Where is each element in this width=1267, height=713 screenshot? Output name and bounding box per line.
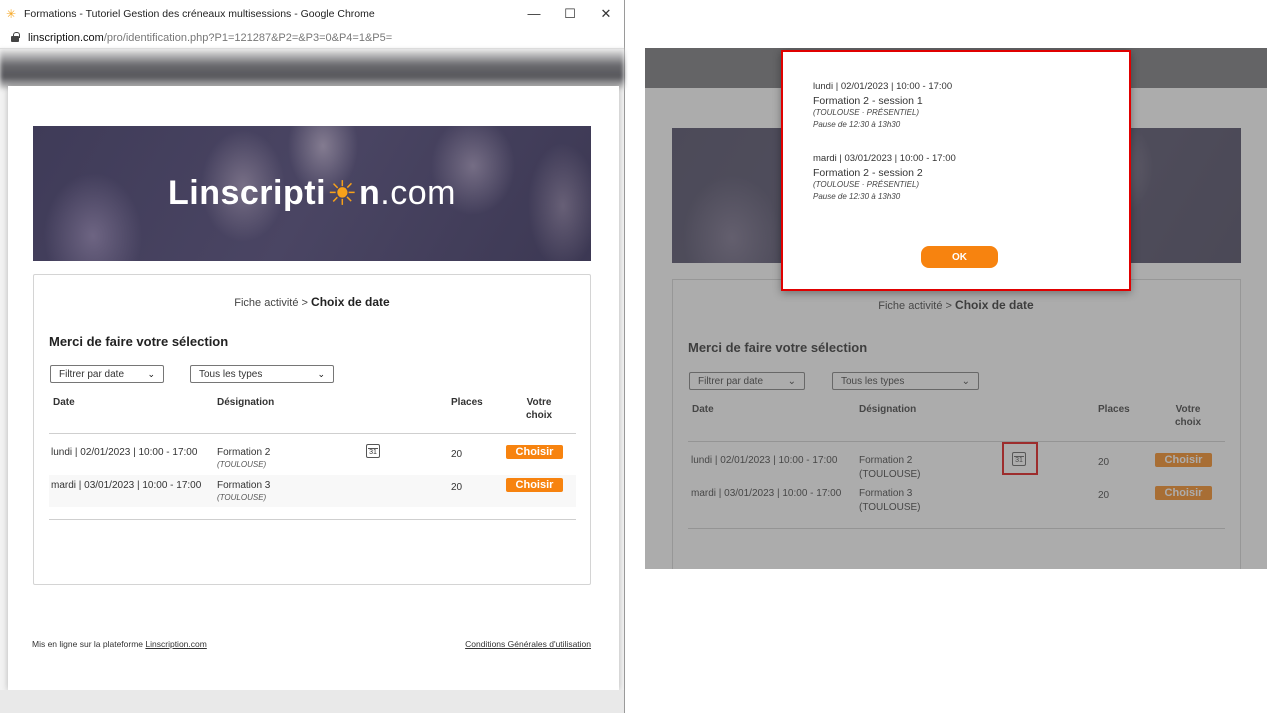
page-title: Merci de faire votre sélection — [49, 334, 229, 349]
session-pause: Pause de 12:30 à 13h30 — [813, 120, 901, 129]
sun-cursor-icon: ☀ — [327, 174, 359, 213]
breadcrumb-parent[interactable]: Fiche activité — [234, 297, 298, 309]
modal-session: mardi | 03/01/2023 | 10:00 - 17:00 Forma… — [813, 153, 956, 201]
selection-card: Fiche activité > Choix de date Merci de … — [33, 274, 591, 585]
url-host: linscription.com — [28, 31, 104, 44]
row-location: (TOULOUSE) — [217, 460, 267, 469]
breadcrumb: Fiche activité > Choix de date — [34, 295, 590, 309]
breadcrumb-separator: > — [301, 297, 308, 309]
session-title: Formation 2 - session 2 — [813, 167, 923, 179]
zoomed-screenshot: Fiche activité > Choix de date Merci de … — [645, 48, 1267, 569]
window-controls: — ☐ ✕ — [516, 0, 624, 27]
header-choice-line1: Votre — [526, 397, 552, 408]
page-content: Linscripti ☀ n .com Fiche activité > Choix … — [8, 86, 619, 690]
session-datetime: lundi | 02/01/2023 | 10:00 - 17:00 — [813, 81, 953, 92]
header-places: Places — [451, 397, 483, 408]
breadcrumb-current: Choix de date — [311, 295, 390, 309]
row-date: lundi | 02/01/2023 | 10:00 - 17:00 — [51, 447, 198, 458]
window-title: Formations - Tutoriel Gestion des crénea… — [24, 7, 375, 20]
header-choice: Votre choix — [522, 396, 556, 422]
sessions-modal: lundi | 02/01/2023 | 10:00 - 17:00 Forma… — [781, 50, 1131, 291]
chevron-down-icon: ⌄ — [147, 368, 155, 379]
header-designation: Désignation — [217, 397, 275, 408]
site-logo: Linscripti ☀ n .com — [33, 126, 591, 261]
terms-link[interactable]: Conditions Générales d'utilisation — [465, 639, 591, 649]
url-text[interactable]: linscription.com/pro/identification.php?… — [28, 32, 392, 44]
row-places: 20 — [451, 449, 463, 460]
date-filter-select[interactable]: Filtrer par date ⌄ — [50, 365, 164, 383]
type-filter-value: Tous les types — [199, 368, 263, 380]
date-filter-value: Filtrer par date — [59, 368, 125, 380]
modal-session: lundi | 02/01/2023 | 10:00 - 17:00 Forma… — [813, 81, 952, 129]
session-location: (TOULOUSE · PRÉSENTIEL) — [813, 180, 920, 189]
table-divider — [49, 433, 576, 434]
chevron-down-icon: ⌄ — [317, 368, 325, 379]
table-row: lundi | 02/01/2023 | 10:00 - 17:00 Forma… — [49, 442, 576, 474]
logo-text-suffix: .com — [380, 174, 456, 212]
hero-banner: Linscripti ☀ n .com — [33, 126, 591, 261]
ok-button[interactable]: OK — [921, 246, 998, 268]
session-title: Formation 2 - session 1 — [813, 95, 923, 107]
maximize-icon[interactable]: ☐ — [552, 0, 588, 27]
title-bar: ✳ Formations - Tutoriel Gestion des crén… — [0, 0, 624, 27]
footer-prefix: Mis en ligne sur la plateforme — [32, 639, 144, 649]
choose-button[interactable]: Choisir — [506, 478, 563, 492]
choose-button[interactable]: Choisir — [506, 445, 563, 459]
calendar-icon[interactable]: 31 — [366, 444, 380, 458]
blurred-header — [0, 49, 624, 89]
row-places: 20 — [451, 482, 463, 493]
session-location: (TOULOUSE · PRÉSENTIEL) — [813, 108, 920, 117]
footer-right: Conditions Générales d'utilisation — [465, 639, 591, 649]
row-date: mardi | 03/01/2023 | 10:00 - 17:00 — [51, 480, 202, 491]
table-divider — [49, 519, 576, 520]
row-name: Formation 2 — [217, 447, 271, 458]
url-path: /pro/identification.php?P1=121287&P2=&P3… — [103, 31, 393, 44]
type-filter-select[interactable]: Tous les types ⌄ — [190, 365, 334, 383]
table-row: mardi | 03/01/2023 | 10:00 - 17:00 Forma… — [49, 475, 576, 507]
header-date: Date — [53, 397, 75, 408]
session-datetime: mardi | 03/01/2023 | 10:00 - 17:00 — [813, 153, 956, 164]
site-favicon-icon: ✳ — [6, 6, 17, 21]
footer-platform-link[interactable]: Linscription.com — [145, 639, 206, 649]
window-bottom — [0, 690, 624, 713]
session-pause: Pause de 12:30 à 13h30 — [813, 192, 901, 201]
header-choice-line2: choix — [525, 410, 553, 421]
close-icon[interactable]: ✕ — [588, 0, 624, 27]
browser-window: ✳ Formations - Tutoriel Gestion des crén… — [0, 0, 625, 713]
lock-icon — [10, 32, 20, 43]
address-bar[interactable]: linscription.com/pro/identification.php?… — [0, 27, 624, 49]
footer-left: Mis en ligne sur la plateforme Linscript… — [32, 639, 207, 649]
logo-text-prefix: Linscripti — [168, 174, 327, 212]
logo-text-mid: n — [359, 174, 381, 212]
row-name: Formation 3 — [217, 480, 271, 491]
row-location: (TOULOUSE) — [217, 493, 267, 502]
minimize-icon[interactable]: — — [516, 0, 552, 27]
